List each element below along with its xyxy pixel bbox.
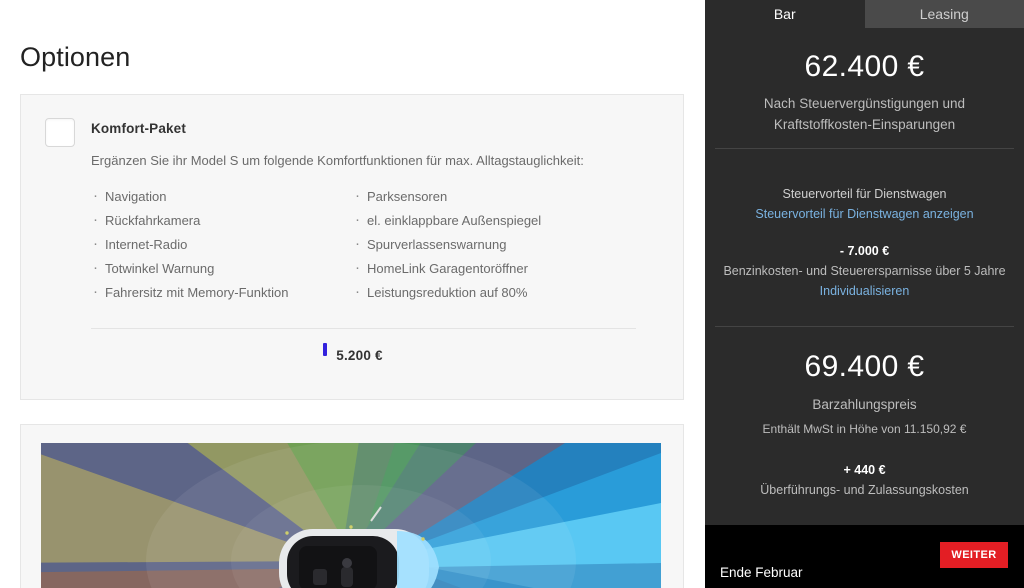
continue-button[interactable]: WEITER	[940, 542, 1008, 568]
option-feature-lists: Navigation Rückfahrkamera Internet-Radio…	[91, 184, 651, 305]
list-item: Navigation	[91, 184, 353, 209]
option-divider	[91, 328, 636, 329]
delivery-date: Ende Februar	[720, 565, 803, 580]
option-price: 5.200 €	[336, 348, 383, 364]
savings-note: Benzinkosten- und Steuerersparnisse über…	[723, 264, 1006, 278]
page-title: Optionen	[20, 42, 131, 72]
list-item: el. einklappbare Außenspiegel	[353, 208, 615, 233]
total-price-label: Barzahlungspreis	[812, 397, 917, 412]
main-content: Optionen Komfort-Paket Ergänzen Sie ihr …	[0, 0, 705, 588]
sensor-coverage-illustration	[41, 443, 661, 588]
list-item: Spurverlassenswarnung	[353, 232, 615, 257]
net-price-subtitle-line1: Nach Steuervergünstigungen und	[763, 96, 966, 111]
total-price-section: 69.400 € Barzahlungspreis Enthält MwSt i…	[705, 350, 1024, 500]
tab-bar[interactable]: Bar	[705, 0, 865, 28]
list-item: HomeLink Garagentoröffner	[353, 256, 615, 281]
option-checkbox[interactable]	[45, 118, 75, 147]
delivery-amount: + 440 €	[843, 463, 886, 477]
autopilot-image-card	[20, 424, 684, 588]
feature-list-right: Parksensoren el. einklappbare Außenspieg…	[353, 184, 615, 305]
net-price-value: 62.400 €	[804, 50, 925, 83]
total-price-value: 69.400 €	[804, 350, 925, 383]
price-summary-sidebar: Bar Leasing 62.400 € Nach Steuervergünst…	[705, 0, 1024, 588]
list-item: Internet-Radio	[91, 232, 353, 257]
option-title: Komfort-Paket	[91, 121, 186, 136]
net-price-section: 62.400 € Nach Steuervergünstigungen und …	[705, 50, 1024, 135]
divider-middle	[715, 326, 1014, 327]
list-item: Rückfahrkamera	[91, 208, 353, 233]
autopilot-sensor-image	[41, 443, 661, 588]
incentives-section: Steuervorteil für Dienstwagen Steuervort…	[705, 184, 1024, 301]
feature-column-right: Parksensoren el. einklappbare Außenspieg…	[353, 184, 615, 305]
list-item: Leistungsreduktion auf 80%	[353, 280, 615, 305]
savings-amount: - 7.000 €	[839, 244, 890, 258]
delivery-label: Überführungs- und Zulassungskosten	[760, 483, 969, 497]
net-price-subtitle-line2: Kraftstoffkosten-Einsparungen	[773, 117, 956, 132]
divider-top	[715, 148, 1014, 149]
configurator-page: Optionen Komfort-Paket Ergänzen Sie ihr …	[0, 0, 1024, 588]
company-car-label: Steuervorteil für Dienstwagen	[782, 187, 947, 201]
feature-column-left: Navigation Rückfahrkamera Internet-Radio…	[91, 184, 353, 305]
option-description: Ergänzen Sie ihr Model S um folgende Kom…	[91, 153, 584, 168]
text-cursor-icon	[323, 343, 328, 357]
list-item: Parksensoren	[353, 184, 615, 209]
feature-list-left: Navigation Rückfahrkamera Internet-Radio…	[91, 184, 353, 305]
list-item: Fahrersitz mit Memory-Funktion	[91, 280, 353, 305]
option-price-row: 5.200 €	[21, 343, 685, 365]
list-item: Totwinkel Warnung	[91, 256, 353, 281]
customize-link[interactable]: Individualisieren	[705, 281, 1024, 301]
vat-note: Enthält MwSt in Höhe von 11.150,92 €	[762, 422, 967, 436]
payment-tabs: Bar Leasing	[705, 0, 1024, 28]
company-car-link[interactable]: Steuervorteil für Dienstwagen anzeigen	[705, 204, 1024, 224]
option-card-komfort-paket[interactable]: Komfort-Paket Ergänzen Sie ihr Model S u…	[20, 94, 684, 400]
tab-leasing[interactable]: Leasing	[864, 0, 1024, 28]
